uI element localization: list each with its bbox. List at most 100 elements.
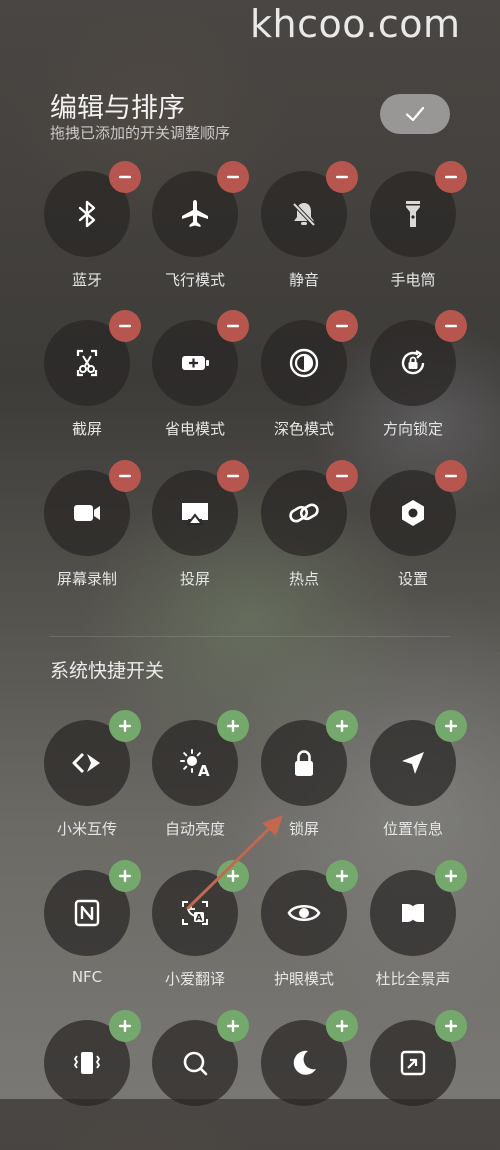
tile-dolby-atmos[interactable]: 杜比全景声 bbox=[370, 860, 480, 1000]
tile-dark-mode[interactable]: 深色模式 bbox=[261, 310, 371, 450]
remove-button[interactable] bbox=[109, 310, 141, 342]
tile-search[interactable] bbox=[152, 1010, 262, 1150]
add-button[interactable] bbox=[217, 1010, 249, 1042]
tile-do-not-disturb[interactable] bbox=[261, 1010, 371, 1150]
tile-eye-comfort[interactable]: 护眼模式 bbox=[261, 860, 371, 1000]
tile-bluetooth[interactable]: 蓝牙 bbox=[44, 161, 154, 301]
tile-hotspot[interactable]: 热点 bbox=[261, 460, 371, 600]
plus-icon bbox=[227, 720, 239, 732]
tile-label: 小爱翻译 bbox=[164, 970, 225, 988]
minus-icon bbox=[119, 175, 131, 179]
add-button[interactable] bbox=[435, 710, 467, 742]
tile-location[interactable]: 位置信息 bbox=[370, 710, 480, 850]
tile-settings[interactable]: 设置 bbox=[370, 460, 480, 600]
tile-silent[interactable]: 静音 bbox=[261, 161, 371, 301]
dark-mode-icon bbox=[289, 348, 319, 378]
mi-share-icon bbox=[72, 752, 100, 774]
remove-button[interactable] bbox=[435, 310, 467, 342]
remove-button[interactable] bbox=[326, 310, 358, 342]
add-button[interactable] bbox=[326, 710, 358, 742]
hotspot-icon bbox=[289, 503, 319, 523]
minus-icon bbox=[227, 324, 239, 328]
tile-nfc[interactable]: NFC bbox=[44, 860, 154, 1000]
checkmark-icon bbox=[405, 106, 425, 122]
plus-icon bbox=[336, 720, 348, 732]
tile-cast[interactable]: 投屏 bbox=[152, 460, 262, 600]
remove-button[interactable] bbox=[109, 460, 141, 492]
tile-screenshot[interactable]: 截屏 bbox=[44, 310, 154, 450]
minus-icon bbox=[445, 474, 457, 478]
plus-icon bbox=[119, 1020, 131, 1032]
plus-icon bbox=[336, 870, 348, 882]
lock-icon bbox=[295, 750, 313, 776]
tile-label: 深色模式 bbox=[273, 420, 334, 438]
resize-icon bbox=[400, 1050, 426, 1076]
tile-label: 位置信息 bbox=[382, 820, 443, 838]
tile-mi-share[interactable]: 小米互传 bbox=[44, 710, 154, 850]
remove-button[interactable] bbox=[217, 161, 249, 193]
plus-icon bbox=[227, 870, 239, 882]
moon-icon bbox=[293, 1050, 316, 1075]
tile-label: NFC bbox=[71, 968, 103, 986]
tile-airplane-mode[interactable]: 飞行模式 bbox=[152, 161, 262, 301]
tile-translate[interactable]: A 小爱翻译 bbox=[152, 860, 262, 1000]
remove-button[interactable] bbox=[109, 161, 141, 193]
tile-label: 手电筒 bbox=[390, 271, 436, 289]
tile-resize[interactable] bbox=[370, 1010, 480, 1150]
minus-icon bbox=[445, 175, 457, 179]
confirm-button[interactable] bbox=[380, 94, 450, 134]
svg-text:A: A bbox=[198, 762, 210, 780]
tile-screen-record[interactable]: 屏幕录制 bbox=[44, 460, 154, 600]
tile-label: 护眼模式 bbox=[273, 970, 334, 988]
remove-button[interactable] bbox=[435, 460, 467, 492]
add-button[interactable] bbox=[435, 860, 467, 892]
tile-label: 蓝牙 bbox=[71, 271, 102, 289]
remove-button[interactable] bbox=[326, 161, 358, 193]
flashlight-icon bbox=[406, 201, 420, 227]
page-title: 编辑与排序 bbox=[50, 93, 185, 124]
tile-label: 飞行模式 bbox=[164, 271, 225, 289]
tile-rotation-lock[interactable]: 方向锁定 bbox=[370, 310, 480, 450]
minus-icon bbox=[336, 175, 348, 179]
plus-icon bbox=[119, 870, 131, 882]
battery-saver-icon bbox=[182, 356, 209, 370]
svg-text:A: A bbox=[196, 914, 203, 924]
remove-button[interactable] bbox=[326, 460, 358, 492]
plus-icon bbox=[445, 1020, 457, 1032]
translate-icon: A bbox=[182, 901, 208, 925]
airplane-icon bbox=[182, 200, 208, 227]
tile-label: 静音 bbox=[288, 271, 319, 289]
add-button[interactable] bbox=[435, 1010, 467, 1042]
add-button[interactable] bbox=[217, 860, 249, 892]
plus-icon bbox=[445, 870, 457, 882]
tile-battery-saver[interactable]: 省电模式 bbox=[152, 310, 262, 450]
add-button[interactable] bbox=[326, 860, 358, 892]
tile-label: 杜比全景声 bbox=[375, 970, 451, 988]
vibrate-icon bbox=[73, 1052, 101, 1074]
location-icon bbox=[402, 752, 424, 774]
minus-icon bbox=[119, 324, 131, 328]
minus-icon bbox=[445, 324, 457, 328]
tile-vibrate[interactable] bbox=[44, 1010, 154, 1150]
remove-button[interactable] bbox=[435, 161, 467, 193]
tile-flashlight[interactable]: 手电筒 bbox=[370, 161, 480, 301]
add-button[interactable] bbox=[326, 1010, 358, 1042]
eye-icon bbox=[287, 904, 321, 922]
add-button[interactable] bbox=[109, 860, 141, 892]
tile-label: 省电模式 bbox=[164, 420, 225, 438]
bell-off-icon bbox=[292, 202, 316, 227]
rotation-lock-icon bbox=[401, 350, 425, 375]
tile-label: 自动亮度 bbox=[164, 820, 225, 838]
tile-lock-screen[interactable]: 锁屏 bbox=[261, 710, 371, 850]
minus-icon bbox=[336, 324, 348, 328]
add-button[interactable] bbox=[109, 1010, 141, 1042]
search-icon bbox=[183, 1051, 208, 1076]
add-button[interactable] bbox=[109, 710, 141, 742]
tile-label: 小米互传 bbox=[56, 820, 117, 838]
remove-button[interactable] bbox=[217, 310, 249, 342]
add-button[interactable] bbox=[217, 710, 249, 742]
tile-auto-brightness[interactable]: A 自动亮度 bbox=[152, 710, 262, 850]
remove-button[interactable] bbox=[217, 460, 249, 492]
plus-icon bbox=[119, 720, 131, 732]
screenshot-icon bbox=[76, 349, 98, 377]
